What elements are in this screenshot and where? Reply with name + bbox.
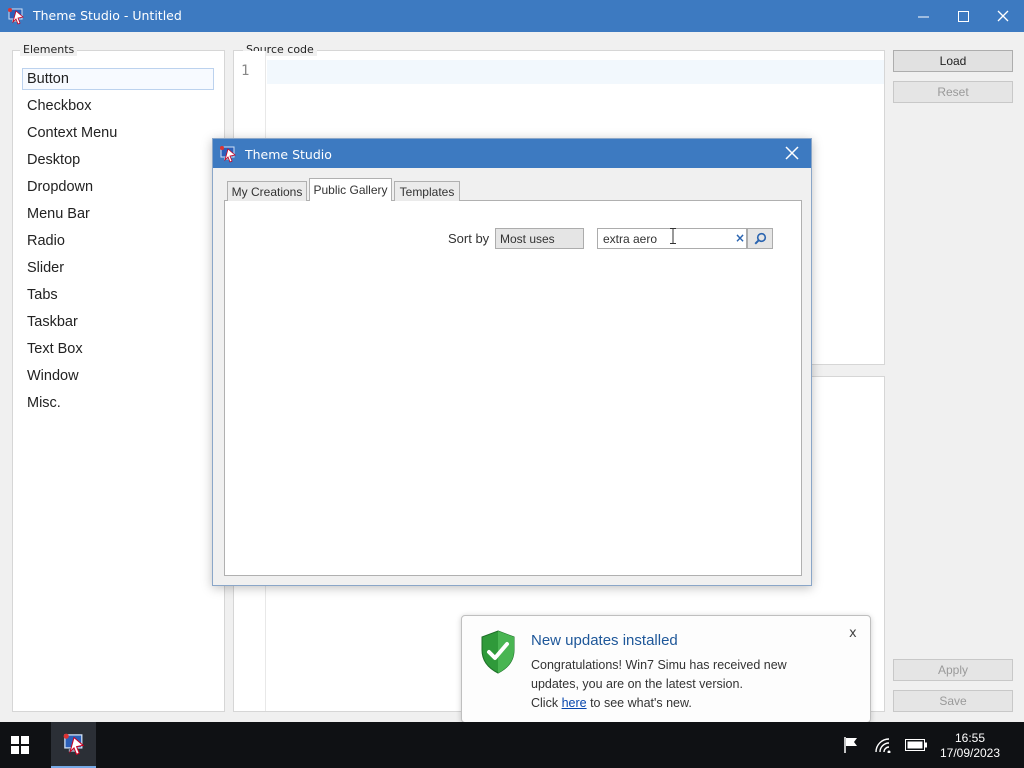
update-notification: New updates installed Congratulations! W… bbox=[461, 615, 871, 732]
dialog-titlebar: Theme Studio bbox=[213, 139, 811, 168]
main-titlebar: Theme Studio - Untitled bbox=[0, 0, 1024, 32]
element-item-tabs[interactable]: Tabs bbox=[27, 287, 58, 303]
notification-body: Congratulations! Win7 Simu has received … bbox=[531, 656, 851, 713]
notification-line-2: updates, you are on the latest version. bbox=[531, 677, 743, 691]
apply-button[interactable]: Apply bbox=[893, 659, 1013, 681]
sort-by-label: Sort by bbox=[448, 231, 490, 246]
clock-time[interactable]: 16:55 bbox=[940, 731, 1000, 745]
element-item-taskbar[interactable]: Taskbar bbox=[27, 314, 78, 330]
reset-button[interactable]: Reset bbox=[893, 81, 1013, 103]
notification-title: New updates installed bbox=[531, 632, 678, 649]
close-icon bbox=[785, 146, 799, 160]
tab-my-creations[interactable]: My Creations bbox=[227, 181, 307, 201]
element-item-text-box[interactable]: Text Box bbox=[27, 341, 83, 357]
load-button[interactable]: Load bbox=[893, 50, 1013, 72]
taskbar-theme-studio-app[interactable] bbox=[51, 722, 96, 768]
close-button[interactable] bbox=[983, 0, 1023, 32]
window-title: Theme Studio - Untitled bbox=[33, 8, 182, 23]
network-icon[interactable] bbox=[872, 735, 894, 755]
element-item-dropdown[interactable]: Dropdown bbox=[27, 179, 93, 195]
element-item-window[interactable]: Window bbox=[27, 368, 79, 384]
dialog-close-button[interactable] bbox=[780, 142, 804, 164]
minimize-icon bbox=[917, 16, 929, 17]
element-item-slider[interactable]: Slider bbox=[27, 260, 64, 276]
windows-logo-icon bbox=[11, 736, 29, 754]
element-item-checkbox[interactable]: Checkbox bbox=[27, 98, 91, 114]
element-item-radio[interactable]: Radio bbox=[27, 233, 65, 249]
save-button[interactable]: Save bbox=[893, 690, 1013, 712]
maximize-icon bbox=[957, 10, 969, 22]
theme-studio-dialog: Theme Studio My Creations Public Gallery… bbox=[212, 138, 812, 586]
theme-studio-app-icon bbox=[6, 6, 26, 26]
current-line-highlight bbox=[267, 60, 884, 84]
text-cursor-icon bbox=[670, 228, 676, 244]
tab-public-gallery[interactable]: Public Gallery bbox=[309, 178, 392, 201]
action-center-flag-icon[interactable] bbox=[840, 735, 862, 755]
whats-new-link[interactable]: here bbox=[562, 696, 587, 710]
dialog-title: Theme Studio bbox=[245, 147, 332, 162]
theme-studio-app-icon bbox=[63, 733, 84, 756]
element-item-misc[interactable]: Misc. bbox=[27, 395, 61, 411]
notification-close-button[interactable]: x bbox=[849, 626, 857, 641]
battery-icon[interactable] bbox=[905, 735, 927, 755]
notification-line-3: Click here to see what's new. bbox=[531, 696, 692, 710]
search-button[interactable] bbox=[747, 228, 773, 249]
clock-date[interactable]: 17/09/2023 bbox=[934, 746, 1006, 760]
shield-check-icon bbox=[481, 630, 515, 674]
tab-templates[interactable]: Templates bbox=[394, 181, 460, 201]
theme-studio-app-icon bbox=[218, 144, 238, 164]
element-item-desktop[interactable]: Desktop bbox=[27, 152, 80, 168]
elements-label: Elements bbox=[20, 43, 78, 56]
search-icon bbox=[753, 232, 766, 245]
search-clear-button[interactable]: × bbox=[735, 231, 745, 245]
start-button[interactable] bbox=[0, 722, 40, 768]
minimize-button[interactable] bbox=[903, 0, 943, 32]
line-number: 1 bbox=[241, 63, 250, 79]
close-icon bbox=[997, 10, 1009, 22]
element-item-context-menu[interactable]: Context Menu bbox=[27, 125, 117, 141]
notification-line-1: Congratulations! Win7 Simu has received … bbox=[531, 658, 787, 672]
taskbar bbox=[0, 722, 1024, 768]
maximize-button[interactable] bbox=[943, 0, 983, 32]
sort-dropdown[interactable]: Most uses bbox=[495, 228, 584, 249]
element-item-button[interactable]: Button bbox=[27, 71, 69, 87]
tab-panel bbox=[224, 200, 802, 576]
element-item-menu-bar[interactable]: Menu Bar bbox=[27, 206, 90, 222]
